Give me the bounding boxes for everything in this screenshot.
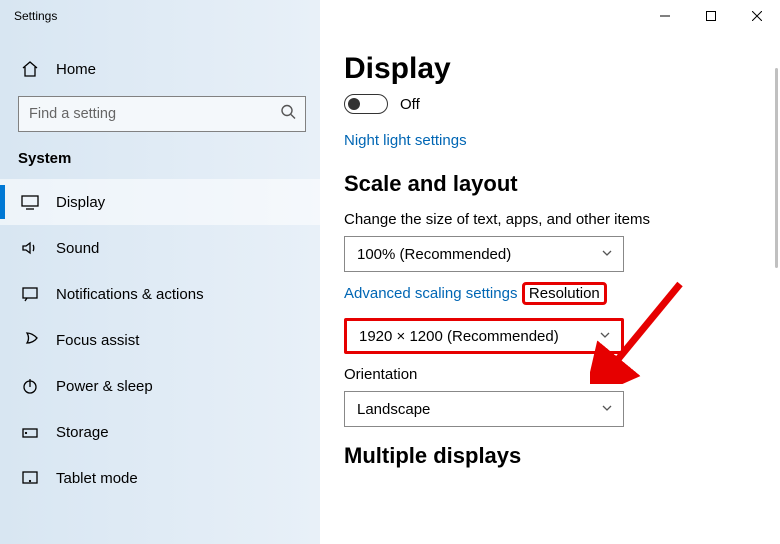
scale-label: Change the size of text, apps, and other…: [344, 211, 780, 228]
storage-icon: [20, 423, 40, 441]
sidebar: Home System Display Sound Notifications …: [0, 32, 320, 544]
page-title: Display: [344, 52, 780, 86]
scale-dropdown[interactable]: 100% (Recommended): [344, 236, 624, 272]
orientation-dropdown[interactable]: Landscape: [344, 391, 624, 427]
maximize-button[interactable]: [688, 0, 734, 32]
chevron-down-icon: [601, 401, 613, 418]
sidebar-item-power[interactable]: Power & sleep: [0, 363, 320, 409]
sound-icon: [20, 239, 40, 257]
focus-assist-icon: [20, 331, 40, 349]
sidebar-item-focus-assist[interactable]: Focus assist: [0, 317, 320, 363]
scale-heading: Scale and layout: [344, 171, 780, 197]
sidebar-item-label: Storage: [56, 424, 109, 441]
advanced-scaling-link[interactable]: Advanced scaling settings: [344, 285, 517, 302]
sidebar-item-label: Focus assist: [56, 332, 139, 349]
search-input[interactable]: [18, 96, 306, 132]
toggle-state-label: Off: [400, 96, 420, 113]
window-body: Home System Display Sound Notifications …: [0, 32, 780, 544]
home-icon: [20, 60, 40, 78]
resolution-value: 1920 × 1200 (Recommended): [359, 328, 559, 345]
window-controls: [642, 0, 780, 32]
section-heading: System: [0, 150, 320, 179]
chevron-down-icon: [601, 246, 613, 263]
tablet-icon: [20, 469, 40, 487]
sidebar-item-label: Display: [56, 194, 105, 211]
sidebar-item-tablet[interactable]: Tablet mode: [0, 455, 320, 501]
scale-value: 100% (Recommended): [357, 246, 511, 263]
resolution-label: Resolution: [522, 282, 607, 305]
minimize-button[interactable]: [642, 0, 688, 32]
toggle-knob: [348, 98, 360, 110]
content-pane: Display Off Night light settings Scale a…: [320, 32, 780, 544]
sidebar-item-label: Sound: [56, 240, 99, 257]
sidebar-item-label: Power & sleep: [56, 378, 153, 395]
scrollbar[interactable]: [775, 68, 778, 268]
display-icon: [20, 193, 40, 211]
orientation-value: Landscape: [357, 401, 430, 418]
home-label: Home: [56, 61, 96, 78]
resolution-dropdown[interactable]: 1920 × 1200 (Recommended): [344, 318, 624, 354]
night-light-settings-link[interactable]: Night light settings: [344, 132, 467, 149]
multiple-displays-heading: Multiple displays: [344, 443, 780, 469]
orientation-label: Orientation: [344, 366, 780, 383]
notifications-icon: [20, 285, 40, 303]
titlebar: Settings: [0, 0, 780, 32]
home-nav[interactable]: Home: [0, 52, 320, 86]
window-title: Settings: [0, 9, 57, 23]
sidebar-item-label: Notifications & actions: [56, 286, 204, 303]
sidebar-item-storage[interactable]: Storage: [0, 409, 320, 455]
search-icon: [280, 104, 296, 125]
sidebar-item-label: Tablet mode: [56, 470, 138, 487]
sidebar-item-sound[interactable]: Sound: [0, 225, 320, 271]
night-light-toggle[interactable]: [344, 94, 388, 114]
close-button[interactable]: [734, 0, 780, 32]
settings-window: Settings Home System Display Sou: [0, 0, 780, 544]
power-icon: [20, 377, 40, 395]
sidebar-item-display[interactable]: Display: [0, 179, 320, 225]
search-wrap: [18, 96, 306, 132]
sidebar-item-notifications[interactable]: Notifications & actions: [0, 271, 320, 317]
chevron-down-icon: [599, 328, 611, 345]
night-light-toggle-row: Off: [344, 94, 780, 114]
